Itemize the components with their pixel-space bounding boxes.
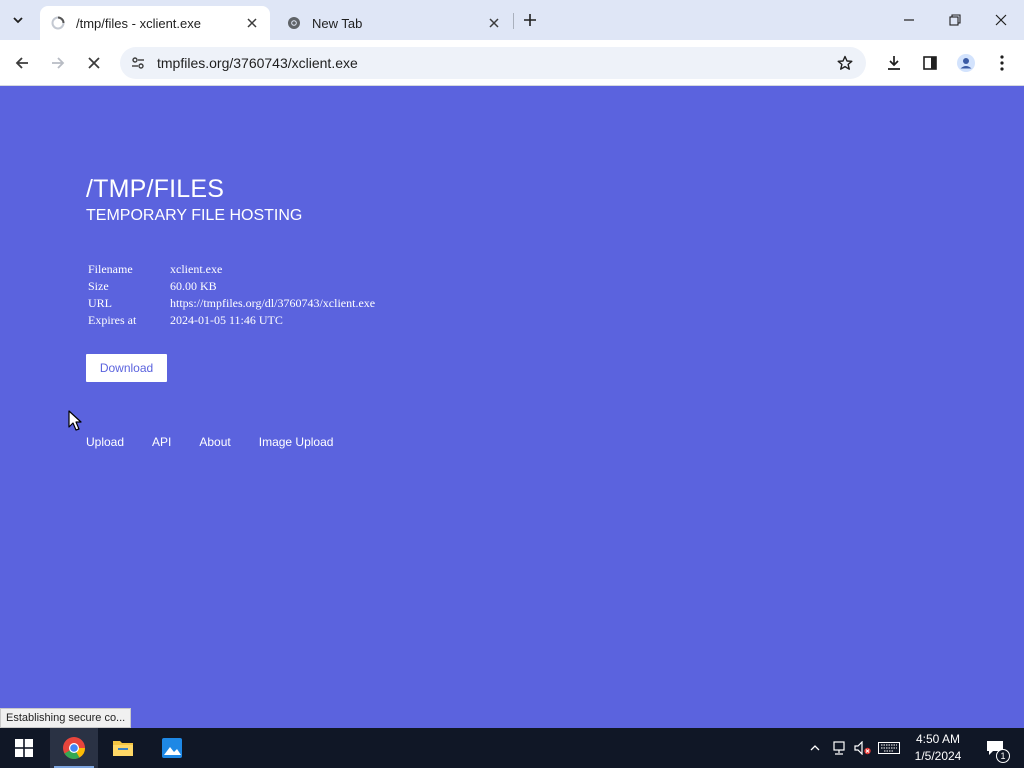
downloads-button[interactable] xyxy=(880,49,908,77)
tab-title: New Tab xyxy=(312,15,363,31)
forward-button[interactable] xyxy=(44,49,72,77)
tab-strip: /tmp/files - xclient.exe New Tab xyxy=(0,0,1024,40)
about-link[interactable]: About xyxy=(199,435,230,449)
restore-icon xyxy=(949,14,961,26)
tab-divider xyxy=(513,13,514,29)
taskbar-chrome[interactable] xyxy=(50,728,98,768)
info-label: Filename xyxy=(88,262,133,276)
footer-nav: Upload API About Image Upload xyxy=(86,435,361,449)
info-label: URL xyxy=(88,296,112,310)
plus-icon xyxy=(524,14,536,26)
info-value: 2024-01-05 11:46 UTC xyxy=(170,313,283,327)
chrome-icon xyxy=(63,737,85,759)
volume-button[interactable] xyxy=(852,728,874,768)
taskbar-file-explorer[interactable] xyxy=(99,728,147,768)
more-vertical-icon xyxy=(1000,55,1004,71)
minimize-button[interactable] xyxy=(886,0,932,40)
close-icon xyxy=(489,18,499,28)
tab-search-button[interactable] xyxy=(6,8,30,32)
side-panel-icon xyxy=(923,56,937,70)
table-row: Expires at 2024-01-05 11:46 UTC xyxy=(86,312,377,329)
tab-title: /tmp/files - xclient.exe xyxy=(76,15,201,31)
info-value: https://tmpfiles.org/dl/3760743/xclient.… xyxy=(170,296,376,310)
notifications-button[interactable]: 1 xyxy=(978,728,1012,768)
tab-close-button[interactable] xyxy=(242,13,262,33)
back-button[interactable] xyxy=(8,49,36,77)
chevron-down-icon xyxy=(13,17,23,24)
upload-link[interactable]: Upload xyxy=(86,435,124,449)
status-bubble: Establishing secure co... xyxy=(0,708,132,728)
notification-count: 1 xyxy=(996,749,1010,763)
close-icon xyxy=(995,14,1007,26)
menu-button[interactable] xyxy=(988,49,1016,77)
show-hidden-icons-button[interactable] xyxy=(806,728,824,768)
table-row: URL https://tmpfiles.org/dl/3760743/xcli… xyxy=(86,295,377,312)
table-row: Filename xclient.exe xyxy=(86,261,377,278)
taskbar-photos[interactable] xyxy=(148,728,196,768)
new-tab-button[interactable] xyxy=(518,8,542,32)
address-text: tmpfiles.org/3760743/xclient.exe xyxy=(157,55,358,71)
chevron-up-icon xyxy=(810,745,820,751)
windows-icon xyxy=(15,739,33,757)
address-bar[interactable]: tmpfiles.org/3760743/xclient.exe xyxy=(120,47,866,79)
clock-time: 4:50 AM xyxy=(915,732,961,746)
info-value: 60.00 KB xyxy=(170,279,217,293)
window-close-button[interactable] xyxy=(978,0,1024,40)
bookmark-star-icon[interactable] xyxy=(834,52,856,74)
tab-new-tab[interactable]: New Tab xyxy=(276,6,512,40)
browser-toolbar: tmpfiles.org/3760743/xclient.exe xyxy=(0,40,1024,86)
taskbar: 4:50 AM 1/5/2024 1 xyxy=(0,728,1024,768)
file-info-table: Filename xclient.exe Size 60.00 KB URL h… xyxy=(86,261,377,329)
info-label: Size xyxy=(88,279,109,293)
mouse-cursor-icon xyxy=(68,410,82,431)
info-value: xclient.exe xyxy=(170,262,223,276)
download-icon xyxy=(888,56,900,70)
stop-loading-button[interactable] xyxy=(80,49,108,77)
download-button[interactable]: Download xyxy=(86,354,167,382)
clock[interactable]: 4:50 AM 1/5/2024 xyxy=(900,731,976,765)
site-info-icon[interactable] xyxy=(128,53,148,73)
chrome-icon xyxy=(286,15,302,31)
side-panel-button[interactable] xyxy=(916,49,944,77)
table-row: Size 60.00 KB xyxy=(86,278,377,295)
keyboard-icon xyxy=(878,742,900,754)
page-subtitle: TEMPORARY FILE HOSTING xyxy=(86,207,303,224)
start-button[interactable] xyxy=(0,728,48,768)
photos-icon xyxy=(162,738,182,758)
image-upload-link[interactable]: Image Upload xyxy=(259,435,334,449)
info-label: Expires at xyxy=(88,313,137,327)
api-link[interactable]: API xyxy=(152,435,171,449)
minimize-icon xyxy=(904,19,914,21)
tab-tmpfiles[interactable]: /tmp/files - xclient.exe xyxy=(40,6,270,40)
profile-button[interactable] xyxy=(952,49,980,77)
close-icon xyxy=(88,57,100,69)
arrow-right-icon xyxy=(52,57,65,69)
close-icon xyxy=(247,18,257,28)
restore-button[interactable] xyxy=(932,0,978,40)
tab-close-button[interactable] xyxy=(484,13,504,33)
network-icon xyxy=(833,741,845,755)
keyboard-button[interactable] xyxy=(876,728,902,768)
clock-date: 1/5/2024 xyxy=(914,749,962,763)
avatar-icon xyxy=(957,54,975,72)
arrow-left-icon xyxy=(15,57,28,69)
volume-muted-icon xyxy=(854,741,871,755)
network-button[interactable] xyxy=(828,728,850,768)
loading-spinner-icon xyxy=(50,15,66,31)
page-content: /TMP/FILES TEMPORARY FILE HOSTING Filena… xyxy=(0,87,1024,728)
folder-icon xyxy=(113,741,133,756)
page-title: /TMP/FILES xyxy=(86,175,225,203)
